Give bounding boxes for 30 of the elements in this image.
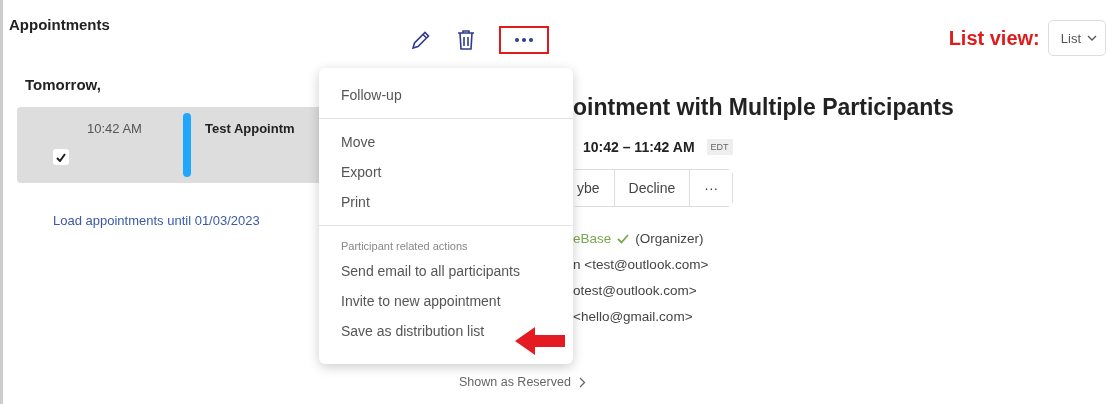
menu-item[interactable]: Send email to all participants: [319, 256, 542, 286]
check-icon: [617, 233, 630, 244]
day-heading: Tomorrow,: [25, 76, 101, 93]
response-button[interactable]: ···: [689, 170, 733, 206]
show-as-label: Shown as Reserved: [459, 375, 571, 389]
participant-name: eBase: [573, 231, 612, 246]
organizer-label: (Organizer): [635, 231, 704, 246]
participant-name: otest@outlook.com>: [573, 283, 697, 298]
appointment-title: Test Appointm: [205, 121, 295, 138]
view-dropdown[interactable]: List: [1047, 20, 1106, 56]
annotation-arrow: [515, 326, 565, 356]
menu-item[interactable]: Invite to new appointment: [319, 286, 523, 316]
appointment-heading: ointment with Multiple Participants: [573, 94, 955, 121]
trash-icon[interactable]: [455, 28, 477, 52]
participant-name: <hello@gmail.com>: [573, 309, 693, 324]
menu-item[interactable]: Save as distribution list: [319, 316, 507, 346]
appointment-time-range: 10:42 – 11:42 AM: [583, 139, 695, 155]
appointment-time: 10:42 AM: [87, 121, 143, 138]
chevron-down-icon: [1087, 35, 1097, 41]
menu-section-heading: Participant related actions: [340, 239, 469, 254]
chevron-right-icon[interactable]: [578, 376, 586, 388]
menu-item[interactable]: Print: [319, 187, 392, 217]
annotation-label: List view:: [948, 26, 1040, 50]
menu-item[interactable]: Follow-up: [319, 80, 424, 110]
participant-name: n <test@outlook.com>: [573, 257, 709, 272]
pane-title: Appointments: [9, 16, 111, 33]
more-options-button[interactable]: [499, 26, 549, 54]
more-icon: [515, 38, 533, 42]
timezone-badge: EDT: [706, 139, 733, 155]
check-icon[interactable]: [53, 149, 69, 165]
